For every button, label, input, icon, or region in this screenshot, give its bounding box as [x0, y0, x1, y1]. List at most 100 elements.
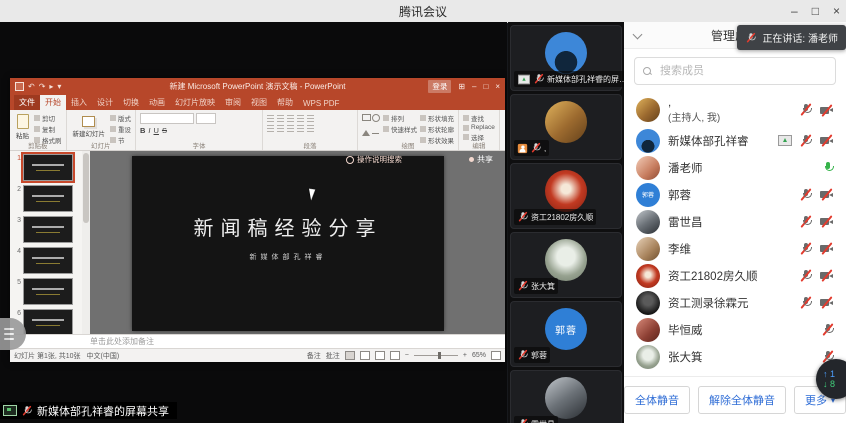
minimize-button[interactable]: – — [791, 0, 798, 22]
ribbon-tab[interactable]: 插入 — [66, 95, 92, 110]
fit-to-window-icon[interactable] — [491, 351, 501, 360]
columns-icon[interactable] — [307, 125, 314, 132]
mic-status-icon[interactable] — [800, 134, 812, 148]
slide-thumbnail[interactable]: 5 — [12, 278, 80, 305]
slide-thumbnail-image[interactable] — [23, 216, 73, 243]
ribbon-tab[interactable]: 幻灯片放映 — [170, 95, 220, 110]
font-style-button[interactable]: U — [154, 126, 159, 135]
zoom-slider[interactable] — [414, 355, 458, 356]
ribbon-tab[interactable]: 切换 — [118, 95, 144, 110]
member-row[interactable]: 毕恒威 — [636, 316, 834, 343]
mic-status-icon[interactable] — [800, 296, 812, 310]
notes-pane[interactable]: 单击此处添加备注 — [10, 334, 505, 348]
ribbon-mini-button[interactable]: 形状轮廓 — [420, 124, 454, 134]
thumbnail-scrollbar[interactable] — [82, 151, 90, 334]
video-tile[interactable]: 雷世昌 — [510, 370, 622, 423]
video-tile[interactable]: 郭蓉 郭蓉 — [510, 301, 622, 367]
member-row[interactable]: 潘老师 — [636, 154, 834, 181]
mic-status-icon[interactable] — [822, 323, 834, 337]
camera-status-icon[interactable] — [820, 189, 834, 200]
ribbon-mini-button[interactable]: 查找 — [463, 113, 495, 123]
slide-thumbnail-image[interactable] — [23, 309, 73, 334]
mic-status-icon[interactable] — [800, 103, 812, 117]
undo-icon[interactable]: ↶ — [28, 82, 35, 91]
camera-status-icon[interactable] — [820, 297, 834, 308]
slide-thumbnail[interactable]: 3 — [12, 216, 80, 243]
slide-thumbnail[interactable]: 1 — [12, 154, 80, 181]
camera-status-icon[interactable] — [820, 216, 834, 227]
ribbon-mini-button[interactable]: 剪切 — [34, 113, 62, 123]
member-row[interactable]: 郭蓉 郭蓉 — [636, 181, 834, 208]
start-slideshow-icon[interactable]: ▸ — [49, 82, 53, 91]
ribbon-mini-button[interactable]: 重设 — [110, 124, 131, 134]
mic-status-icon[interactable] — [800, 242, 812, 256]
font-style-button[interactable]: I — [148, 126, 150, 135]
search-input[interactable] — [658, 64, 827, 78]
close-button[interactable]: × — [833, 0, 840, 22]
member-row[interactable]: 新媒体部孔祥睿 — [636, 127, 834, 154]
camera-status-icon[interactable] — [820, 105, 834, 116]
reading-view-icon[interactable] — [375, 351, 385, 360]
ppt-restore-button[interactable]: □ — [483, 82, 488, 91]
zoom-level[interactable]: 65% — [472, 352, 486, 359]
notes-toggle[interactable]: 备注 — [307, 351, 321, 361]
ribbon-mini-button[interactable]: 形状填充 — [420, 113, 454, 123]
align-center-icon[interactable] — [277, 125, 284, 132]
video-tile[interactable]: 资工21802房久顺 — [510, 163, 622, 229]
ppt-close-button[interactable]: × — [495, 82, 500, 91]
ribbon-mini-button[interactable]: 排列 — [383, 113, 417, 123]
paste-button[interactable]: 粘贴 — [14, 112, 31, 141]
save-icon[interactable] — [15, 82, 24, 91]
ribbon-mini-button[interactable]: 版式 — [110, 113, 131, 123]
member-row[interactable]: 李维 — [636, 235, 834, 262]
ribbon-display-options-icon[interactable]: ⊞ — [458, 82, 465, 91]
footer-button[interactable]: 全体静音▾ — [624, 386, 690, 414]
member-row[interactable]: 雷世昌 — [636, 208, 834, 235]
comments-toggle[interactable]: 批注 — [326, 351, 340, 361]
language-indicator[interactable]: 中文(中国) — [87, 351, 120, 361]
camera-status-icon[interactable] — [820, 243, 834, 254]
video-tile[interactable]: , — [510, 94, 622, 160]
align-right-icon[interactable] — [287, 125, 294, 132]
normal-view-icon[interactable] — [345, 351, 355, 360]
ribbon-tab[interactable]: 动画 — [144, 95, 170, 110]
font-name-select[interactable] — [140, 113, 194, 124]
camera-status-icon[interactable] — [820, 135, 834, 146]
indent-icon[interactable] — [287, 115, 294, 122]
ribbon-tab[interactable]: 视图 — [246, 95, 272, 110]
mic-status-icon[interactable] — [800, 269, 812, 283]
ppt-minimize-button[interactable]: – — [472, 82, 476, 91]
camera-status-icon[interactable] — [820, 270, 834, 281]
slide-thumbnail-image[interactable] — [23, 154, 73, 181]
member-search[interactable] — [634, 57, 836, 85]
font-size-select[interactable] — [196, 113, 216, 124]
current-slide[interactable]: 新闻稿经验分享 新媒体部孔祥睿 — [132, 156, 444, 331]
ribbon-tab[interactable]: 文件 — [14, 95, 40, 110]
bullets-icon[interactable] — [267, 115, 274, 122]
font-style-button[interactable]: B — [140, 126, 145, 135]
ribbon-mini-button[interactable]: 快速样式 — [383, 124, 417, 134]
slide-sorter-view-icon[interactable] — [360, 351, 370, 360]
ribbon-mini-button[interactable]: 复制 — [34, 124, 62, 134]
mic-status-icon[interactable] — [800, 188, 812, 202]
zoom-out-button[interactable]: − — [405, 352, 409, 359]
font-style-button[interactable]: S — [162, 126, 167, 135]
ppt-share-button[interactable]: 共享 — [461, 152, 501, 167]
video-tile[interactable]: 新媒体部孔祥睿的屏… — [510, 25, 622, 91]
line-spacing-icon[interactable] — [297, 115, 304, 122]
chevron-down-icon[interactable] — [633, 30, 643, 40]
slide-thumbnail-image[interactable] — [23, 185, 73, 212]
mic-status-icon[interactable] — [800, 215, 812, 229]
text-direction-icon[interactable] — [307, 115, 314, 122]
slide-thumbnail[interactable]: 2 — [12, 185, 80, 212]
numbering-icon[interactable] — [277, 115, 284, 122]
maximize-button[interactable]: □ — [812, 0, 819, 22]
member-row[interactable]: 资工测录徐霖元 — [636, 289, 834, 316]
new-slide-button[interactable]: 新建幻灯片 — [71, 112, 108, 141]
ppt-signin-button[interactable]: 登录 — [428, 80, 451, 93]
align-left-icon[interactable] — [267, 125, 274, 132]
member-row[interactable]: 资工21802房久顺 — [636, 262, 834, 289]
slide-thumbnail[interactable]: 4 — [12, 247, 80, 274]
video-tile[interactable]: 张大箕 — [510, 232, 622, 298]
slide-thumbnail-image[interactable] — [23, 247, 73, 274]
